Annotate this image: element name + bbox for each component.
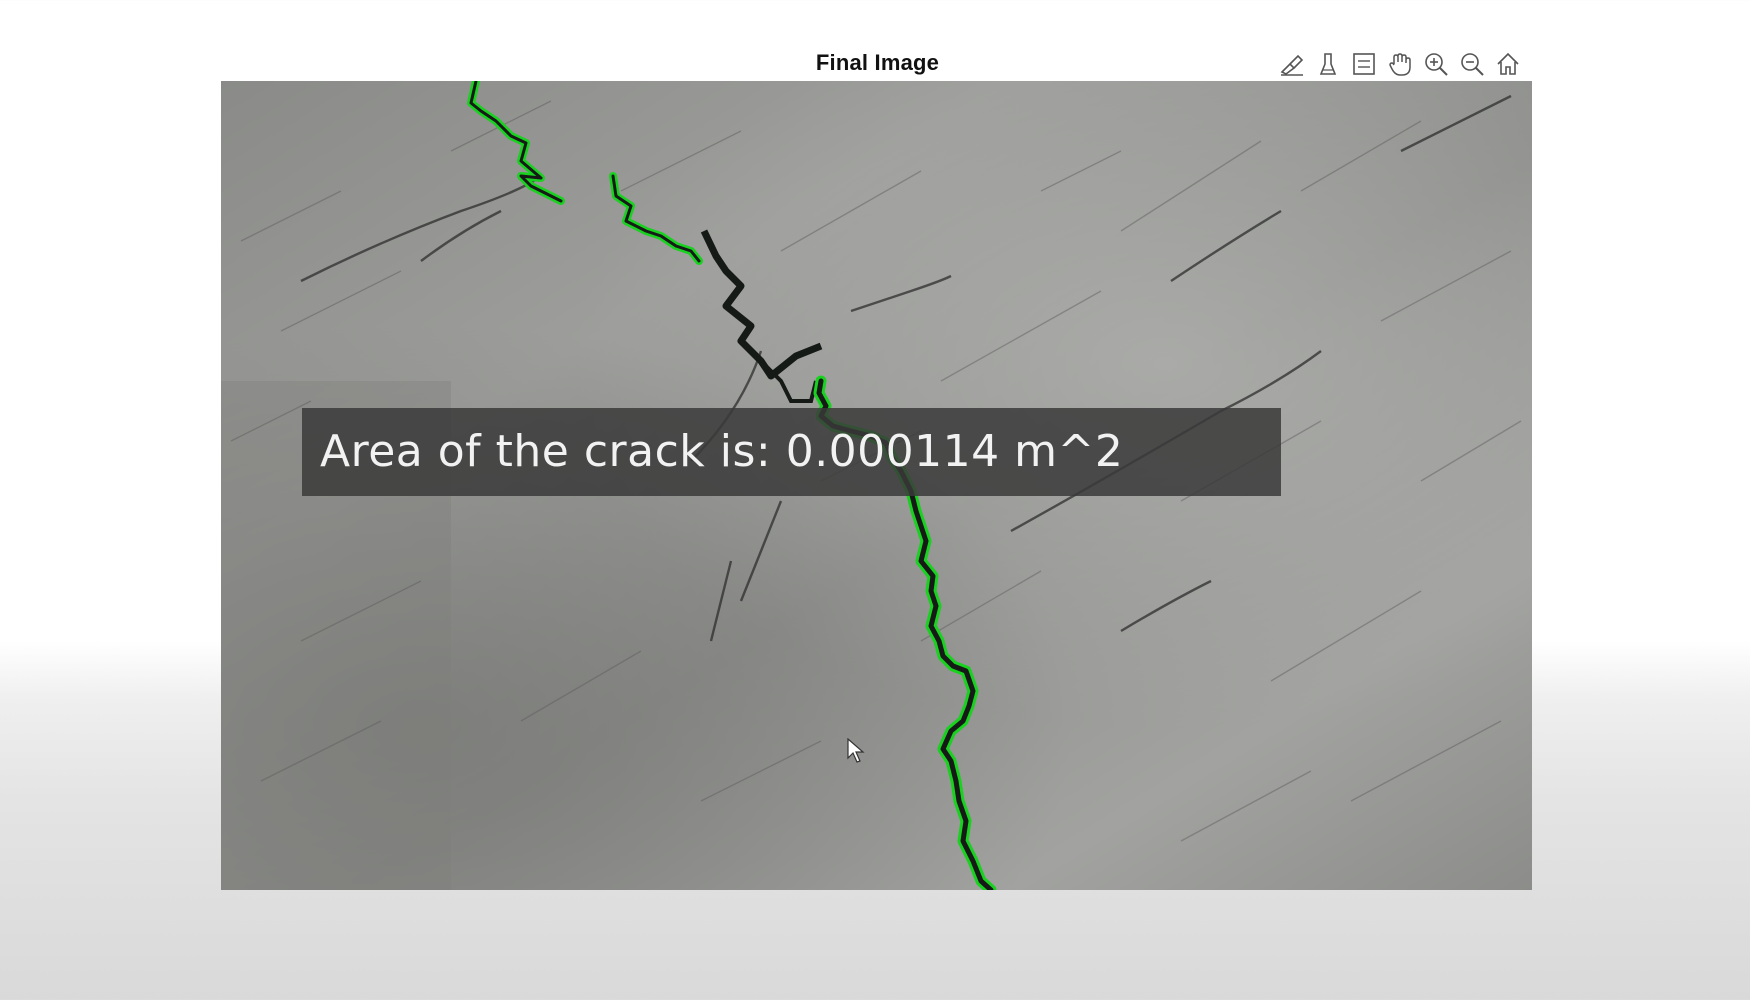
legend-button[interactable] (1348, 48, 1380, 80)
axes-toolbar (1276, 48, 1524, 80)
data-tips-icon (1319, 53, 1337, 75)
brush-icon (1280, 54, 1304, 76)
restore-view-button[interactable] (1492, 48, 1524, 80)
mouse-pointer-icon (847, 738, 865, 763)
zoom-in-button[interactable] (1420, 48, 1452, 80)
pan-hand-icon (1389, 53, 1411, 76)
legend-icon (1353, 53, 1375, 75)
pan-button[interactable] (1384, 48, 1416, 80)
brush-button[interactable] (1276, 48, 1308, 80)
zoom-in-icon (1425, 53, 1448, 76)
zoom-out-button[interactable] (1456, 48, 1488, 80)
data-tips-button[interactable] (1312, 48, 1344, 80)
zoom-out-icon (1461, 53, 1484, 76)
crack-area-annotation: Area of the crack is: 0.000114 m^2 (302, 408, 1281, 496)
home-restore-view-icon (1497, 52, 1519, 75)
